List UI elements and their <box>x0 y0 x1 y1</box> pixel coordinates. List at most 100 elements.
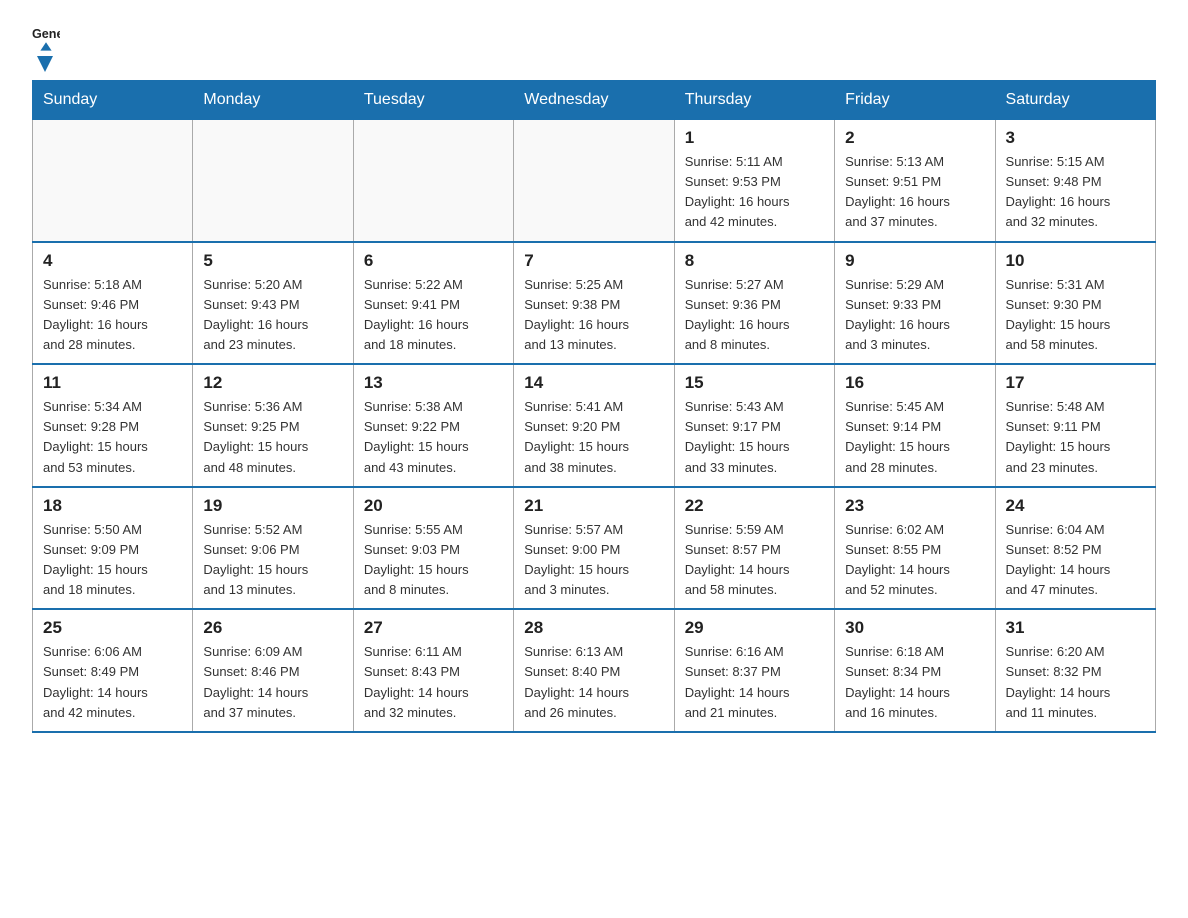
day-number: 20 <box>364 496 503 516</box>
calendar-day-cell: 16Sunrise: 5:45 AMSunset: 9:14 PMDayligh… <box>835 364 995 487</box>
day-number: 17 <box>1006 373 1145 393</box>
day-number: 23 <box>845 496 984 516</box>
day-number: 18 <box>43 496 182 516</box>
day-info: Sunrise: 5:27 AMSunset: 9:36 PMDaylight:… <box>685 275 824 356</box>
day-number: 27 <box>364 618 503 638</box>
calendar-day-cell: 29Sunrise: 6:16 AMSunset: 8:37 PMDayligh… <box>674 609 834 732</box>
calendar-day-cell: 9Sunrise: 5:29 AMSunset: 9:33 PMDaylight… <box>835 242 995 365</box>
calendar-day-cell: 1Sunrise: 5:11 AMSunset: 9:53 PMDaylight… <box>674 120 834 242</box>
calendar-day-cell: 2 Sunrise: 5:13 AMSunset: 9:51 PMDaylight… <box>835 120 995 242</box>
day-of-week-header: Tuesday <box>353 81 513 120</box>
day-info: Sunrise: 5:50 AMSunset: 9:09 PMDaylight:… <box>43 520 182 601</box>
calendar-week-row: 25 Sunrise: 6:06 AMSunset: 8:49 PMDayligh… <box>33 609 1156 732</box>
day-number: 12 <box>203 373 342 393</box>
svg-text:General: General <box>32 27 60 41</box>
calendar-day-cell: 11 Sunrise: 5:34 AMSunset: 9:28 PMDayligh… <box>33 364 193 487</box>
day-info: Sunrise: 5:34 AMSunset: 9:28 PMDaylight:… <box>43 397 182 478</box>
day-number: 15 <box>685 373 824 393</box>
day-of-week-header: Saturday <box>995 81 1155 120</box>
logo-triangle-icon <box>34 52 56 74</box>
day-info: Sunrise: 5:59 AMSunset: 8:57 PMDaylight:… <box>685 520 824 601</box>
day-number: 1 <box>685 128 824 148</box>
day-number: 4 <box>43 251 182 271</box>
day-info: Sunrise: 5:41 AMSunset: 9:20 PMDaylight:… <box>524 397 663 478</box>
day-info: Sunrise: 6:04 AMSunset: 8:52 PMDaylight:… <box>1006 520 1145 601</box>
day-info: Sunrise: 6:18 AMSunset: 8:34 PMDaylight:… <box>845 642 984 723</box>
day-info: Sunrise: 6:02 AMSunset: 8:55 PMDaylight:… <box>845 520 984 601</box>
day-info: Sunrise: 5:55 AMSunset: 9:03 PMDaylight:… <box>364 520 503 601</box>
calendar-day-cell: 22Sunrise: 5:59 AMSunset: 8:57 PMDayligh… <box>674 487 834 610</box>
day-number: 25 <box>43 618 182 638</box>
day-number: 30 <box>845 618 984 638</box>
calendar-day-cell: 10Sunrise: 5:31 AMSunset: 9:30 PMDayligh… <box>995 242 1155 365</box>
day-number: 26 <box>203 618 342 638</box>
day-info: Sunrise: 5:18 AMSunset: 9:46 PMDaylight:… <box>43 275 182 356</box>
calendar-day-cell <box>33 120 193 242</box>
day-number: 24 <box>1006 496 1145 516</box>
calendar-day-cell <box>514 120 674 242</box>
calendar-day-cell: 30 Sunrise: 6:18 AMSunset: 8:34 PMDayligh… <box>835 609 995 732</box>
calendar-header-row: SundayMondayTuesdayWednesdayThursdayFrid… <box>33 81 1156 120</box>
calendar-day-cell: 17 Sunrise: 5:48 AMSunset: 9:11 PMDayligh… <box>995 364 1155 487</box>
calendar-week-row: 4 Sunrise: 5:18 AMSunset: 9:46 PMDaylight… <box>33 242 1156 365</box>
calendar-day-cell: 27 Sunrise: 6:11 AMSunset: 8:43 PMDayligh… <box>353 609 513 732</box>
day-info: Sunrise: 5:22 AMSunset: 9:41 PMDaylight:… <box>364 275 503 356</box>
day-info: Sunrise: 5:29 AMSunset: 9:33 PMDaylight:… <box>845 275 984 356</box>
calendar-day-cell: 18 Sunrise: 5:50 AMSunset: 9:09 PMDayligh… <box>33 487 193 610</box>
calendar-day-cell: 12Sunrise: 5:36 AMSunset: 9:25 PMDayligh… <box>193 364 353 487</box>
calendar-day-cell: 23 Sunrise: 6:02 AMSunset: 8:55 PMDayligh… <box>835 487 995 610</box>
calendar-day-cell: 19 Sunrise: 5:52 AMSunset: 9:06 PMDayligh… <box>193 487 353 610</box>
day-number: 28 <box>524 618 663 638</box>
day-info: Sunrise: 6:06 AMSunset: 8:49 PMDaylight:… <box>43 642 182 723</box>
day-number: 31 <box>1006 618 1145 638</box>
day-number: 8 <box>685 251 824 271</box>
calendar-day-cell: 20 Sunrise: 5:55 AMSunset: 9:03 PMDayligh… <box>353 487 513 610</box>
calendar-day-cell: 24 Sunrise: 6:04 AMSunset: 8:52 PMDayligh… <box>995 487 1155 610</box>
day-info: Sunrise: 5:43 AMSunset: 9:17 PMDaylight:… <box>685 397 824 478</box>
day-info: Sunrise: 5:20 AMSunset: 9:43 PMDaylight:… <box>203 275 342 356</box>
calendar-day-cell: 13Sunrise: 5:38 AMSunset: 9:22 PMDayligh… <box>353 364 513 487</box>
day-info: Sunrise: 5:15 AMSunset: 9:48 PMDaylight:… <box>1006 152 1145 233</box>
day-of-week-header: Wednesday <box>514 81 674 120</box>
day-of-week-header: Thursday <box>674 81 834 120</box>
calendar-week-row: 18 Sunrise: 5:50 AMSunset: 9:09 PMDayligh… <box>33 487 1156 610</box>
day-number: 6 <box>364 251 503 271</box>
day-info: Sunrise: 6:20 AMSunset: 8:32 PMDaylight:… <box>1006 642 1145 723</box>
day-number: 19 <box>203 496 342 516</box>
day-number: 13 <box>364 373 503 393</box>
day-info: Sunrise: 5:31 AMSunset: 9:30 PMDaylight:… <box>1006 275 1145 356</box>
calendar-day-cell: 3 Sunrise: 5:15 AMSunset: 9:48 PMDaylight… <box>995 120 1155 242</box>
calendar-day-cell: 26Sunrise: 6:09 AMSunset: 8:46 PMDayligh… <box>193 609 353 732</box>
calendar-day-cell: 14 Sunrise: 5:41 AMSunset: 9:20 PMDayligh… <box>514 364 674 487</box>
calendar-day-cell: 6 Sunrise: 5:22 AMSunset: 9:41 PMDaylight… <box>353 242 513 365</box>
day-of-week-header: Sunday <box>33 81 193 120</box>
calendar-day-cell: 25 Sunrise: 6:06 AMSunset: 8:49 PMDayligh… <box>33 609 193 732</box>
day-number: 3 <box>1006 128 1145 148</box>
day-info: Sunrise: 5:48 AMSunset: 9:11 PMDaylight:… <box>1006 397 1145 478</box>
logo: General <box>32 24 64 70</box>
day-number: 2 <box>845 128 984 148</box>
general-blue-logo-icon: General <box>32 24 60 52</box>
day-number: 11 <box>43 373 182 393</box>
calendar-day-cell: 4 Sunrise: 5:18 AMSunset: 9:46 PMDaylight… <box>33 242 193 365</box>
day-number: 29 <box>685 618 824 638</box>
calendar-day-cell: 7Sunrise: 5:25 AMSunset: 9:38 PMDaylight… <box>514 242 674 365</box>
day-info: Sunrise: 5:57 AMSunset: 9:00 PMDaylight:… <box>524 520 663 601</box>
calendar-day-cell: 21Sunrise: 5:57 AMSunset: 9:00 PMDayligh… <box>514 487 674 610</box>
day-info: Sunrise: 5:13 AMSunset: 9:51 PMDaylight:… <box>845 152 984 233</box>
day-of-week-header: Monday <box>193 81 353 120</box>
calendar-day-cell <box>193 120 353 242</box>
day-number: 5 <box>203 251 342 271</box>
page-header: General <box>32 24 1156 70</box>
day-of-week-header: Friday <box>835 81 995 120</box>
calendar-week-row: 11 Sunrise: 5:34 AMSunset: 9:28 PMDayligh… <box>33 364 1156 487</box>
day-info: Sunrise: 6:13 AMSunset: 8:40 PMDaylight:… <box>524 642 663 723</box>
day-number: 16 <box>845 373 984 393</box>
day-number: 7 <box>524 251 663 271</box>
day-info: Sunrise: 5:52 AMSunset: 9:06 PMDaylight:… <box>203 520 342 601</box>
calendar-week-row: 1Sunrise: 5:11 AMSunset: 9:53 PMDaylight… <box>33 120 1156 242</box>
day-info: Sunrise: 6:11 AMSunset: 8:43 PMDaylight:… <box>364 642 503 723</box>
day-number: 14 <box>524 373 663 393</box>
calendar-day-cell: 31 Sunrise: 6:20 AMSunset: 8:32 PMDayligh… <box>995 609 1155 732</box>
calendar-day-cell <box>353 120 513 242</box>
